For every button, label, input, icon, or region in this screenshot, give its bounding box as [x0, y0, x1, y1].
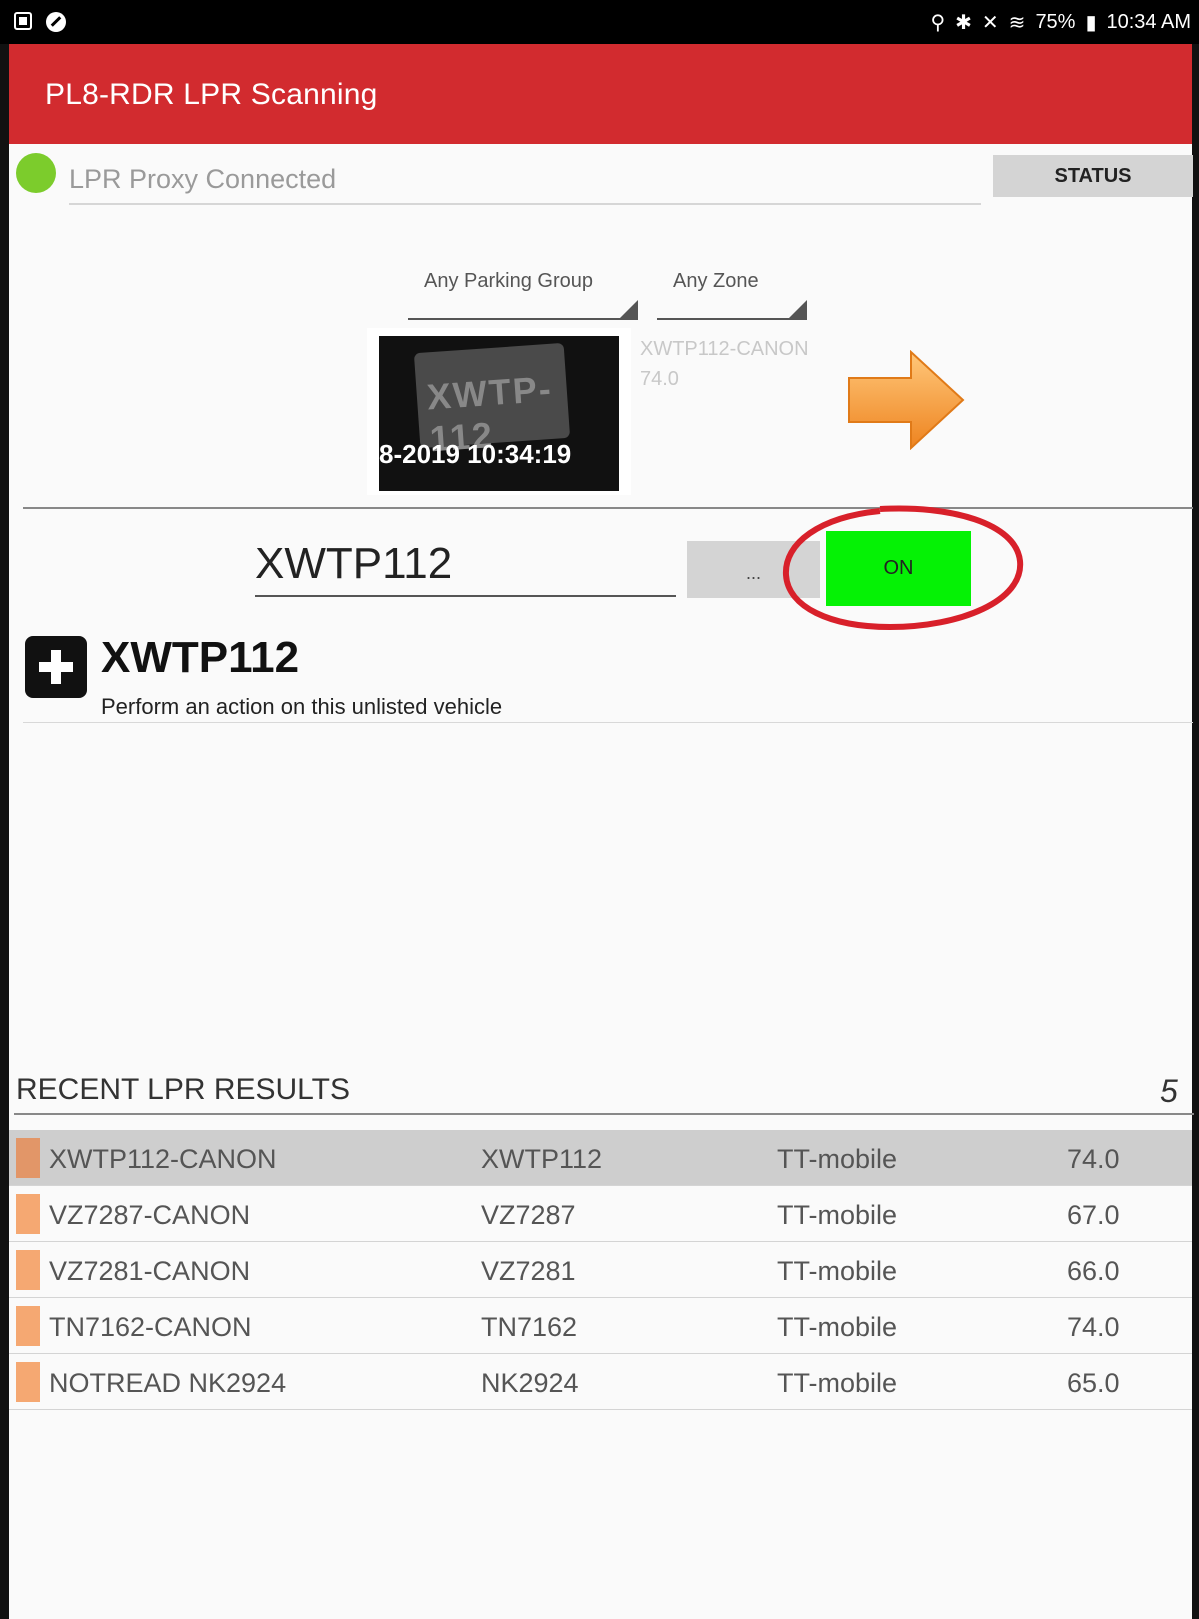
- table-row[interactable]: NOTREAD NK2924 NK2924 TT-mobile 65.0: [9, 1354, 1192, 1410]
- parking-group-spinner[interactable]: Any Parking Group: [408, 262, 638, 320]
- add-vehicle-icon[interactable]: [25, 636, 87, 698]
- notification-icons: [14, 12, 66, 32]
- row-plate: NK2924: [481, 1368, 579, 1398]
- location-icon: ⚲: [930, 12, 946, 34]
- read-score: 74.0: [640, 368, 679, 390]
- row-read-id: TN7162-CANON: [49, 1312, 252, 1342]
- row-plate: XWTP112: [481, 1144, 603, 1174]
- recent-results-divider: [14, 1113, 1194, 1115]
- unlisted-vehicle-hint: Perform an action on this unlisted vehic…: [101, 694, 503, 719]
- connection-status-indicator: [16, 153, 56, 193]
- table-row[interactable]: TN7162-CANON TN7162 TT-mobile 74.0: [9, 1298, 1192, 1354]
- unlisted-vehicle-plate[interactable]: XWTP112: [101, 633, 299, 683]
- recent-results-list: XWTP112-CANON XWTP112 TT-mobile 74.0 VZ7…: [9, 1130, 1192, 1410]
- status-button[interactable]: STATUS: [993, 155, 1193, 197]
- system-indicators: ⚲ ✱ ✕ ≋ 75% ▮ 10:34 AM: [930, 10, 1191, 35]
- dropdown-triangle-icon: [789, 300, 807, 318]
- row-score: 66.0: [1067, 1256, 1120, 1286]
- row-source: TT-mobile: [777, 1200, 898, 1230]
- battery-percent: 75%: [1035, 11, 1076, 33]
- row-plate: VZ7287: [481, 1200, 576, 1230]
- read-id: XWTP112-CANON: [640, 338, 809, 360]
- battery-icon: ▮: [1085, 12, 1097, 34]
- clock: 10:34 AM: [1106, 11, 1191, 33]
- notification-icon: [14, 12, 32, 30]
- table-row[interactable]: VZ7287-CANON VZ7287 TT-mobile 67.0: [9, 1186, 1192, 1242]
- row-color-swatch: [16, 1194, 40, 1234]
- dropdown-triangle-icon: [620, 300, 638, 318]
- zone-spinner[interactable]: Any Zone: [657, 262, 807, 320]
- row-plate: VZ7281: [481, 1256, 576, 1286]
- status-bar: ⚲ ✱ ✕ ≋ 75% ▮ 10:34 AM: [0, 0, 1199, 44]
- bluetooth-icon: ✱: [955, 12, 972, 34]
- row-score: 65.0: [1067, 1368, 1120, 1398]
- plate-number-input[interactable]: [255, 533, 676, 595]
- action-divider: [23, 722, 1193, 723]
- spinner-underline: [657, 318, 807, 320]
- connection-status-underline: [69, 203, 981, 205]
- mute-icon: ✕: [981, 12, 999, 34]
- row-read-id: XWTP112-CANON: [49, 1144, 277, 1174]
- image-timestamp: 8-2019 10:34:19: [379, 439, 572, 469]
- row-read-id: VZ7281-CANON: [49, 1256, 251, 1286]
- plate-input-underline: [255, 595, 676, 597]
- row-score: 74.0: [1067, 1312, 1120, 1342]
- row-source: TT-mobile: [777, 1144, 898, 1174]
- row-color-swatch: [16, 1362, 40, 1402]
- plate-photo: XWTP-112 8-2019 10:34:19: [379, 336, 619, 491]
- app-bar: PL8-RDR LPR Scanning: [9, 44, 1192, 144]
- table-row[interactable]: XWTP112-CANON XWTP112 TT-mobile 74.0: [9, 1130, 1192, 1186]
- row-color-swatch: [16, 1138, 40, 1178]
- spinner-underline: [408, 318, 638, 320]
- row-read-id: NOTREAD NK2924: [49, 1368, 287, 1398]
- plate-image-thumbnail[interactable]: XWTP-112 8-2019 10:34:19: [367, 328, 631, 495]
- row-source: TT-mobile: [777, 1368, 898, 1398]
- parking-group-label: Any Parking Group: [424, 270, 593, 292]
- recent-results-count: 5: [1160, 1073, 1178, 1109]
- row-score: 74.0: [1067, 1144, 1120, 1174]
- row-color-swatch: [16, 1306, 40, 1346]
- row-source: TT-mobile: [777, 1256, 898, 1286]
- next-arrow-icon[interactable]: [845, 350, 965, 450]
- row-source: TT-mobile: [777, 1312, 898, 1342]
- zone-label: Any Zone: [673, 270, 759, 292]
- block-icon: [46, 12, 66, 32]
- row-plate: TN7162: [481, 1312, 578, 1342]
- connection-status-text: LPR Proxy Connected: [69, 164, 337, 194]
- license-plate-image: XWTP-112: [413, 342, 571, 459]
- highlight-circle: [782, 505, 1024, 631]
- recent-results-header: RECENT LPR RESULTS: [16, 1073, 350, 1106]
- app-title: PL8-RDR LPR Scanning: [45, 78, 378, 111]
- table-row[interactable]: VZ7281-CANON VZ7281 TT-mobile 66.0: [9, 1242, 1192, 1298]
- row-score: 67.0: [1067, 1200, 1120, 1230]
- row-read-id: VZ7287-CANON: [49, 1200, 251, 1230]
- wifi-icon: ≋: [1008, 12, 1026, 34]
- row-color-swatch: [16, 1250, 40, 1290]
